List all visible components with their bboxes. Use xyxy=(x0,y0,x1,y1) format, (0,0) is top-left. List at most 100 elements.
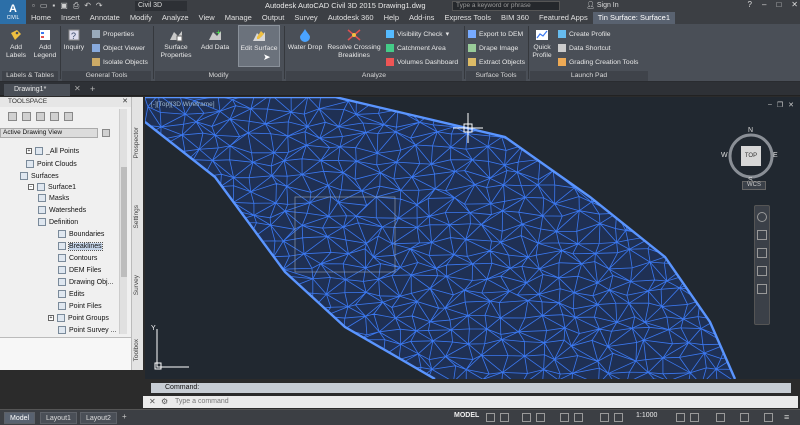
sign-in-button[interactable]: 👤︎ Sign In xyxy=(586,1,619,9)
wcs-menu[interactable]: WCS xyxy=(742,181,766,190)
tree-item-point-clouds[interactable]: Point Clouds xyxy=(26,160,77,168)
drawing-viewport[interactable]: [-][Top][3D Wireframe] – ❐ ✕ TOP N S E W… xyxy=(145,97,800,379)
tab-add-ins[interactable]: Add-ins xyxy=(404,12,439,24)
inquiry-button[interactable]: ? Inquiry xyxy=(62,28,86,52)
toolspace-tool-icon[interactable] xyxy=(8,112,17,121)
viewcube[interactable]: TOP N S E W xyxy=(720,125,782,187)
tab-insert[interactable]: Insert xyxy=(56,12,85,24)
otrack-icon[interactable] xyxy=(574,413,583,422)
command-input[interactable]: Type a command xyxy=(143,396,798,408)
tab-analyze[interactable]: Analyze xyxy=(157,12,194,24)
panel-modify[interactable]: Modify xyxy=(155,71,282,81)
search-input[interactable]: Type a keyword or phrase xyxy=(452,1,560,11)
tab-tin-surface[interactable]: Tin Surface: Surface1 xyxy=(592,12,675,24)
quick-profile-button[interactable]: Quick Profile xyxy=(530,28,554,59)
panel-general-tools[interactable]: General Tools xyxy=(62,71,151,81)
tree-item-surface1[interactable]: − Surface1 xyxy=(28,183,76,191)
print-icon[interactable]: ⎙ xyxy=(73,1,79,11)
export-to-dem-button[interactable]: Export to DEM xyxy=(468,30,523,38)
panel-labels-tables[interactable]: Labels & Tables xyxy=(2,71,58,81)
document-tab[interactable]: Drawing1* xyxy=(4,84,70,96)
close-icon[interactable]: ✕ xyxy=(149,397,156,406)
application-menu-button[interactable]: A CIVIL xyxy=(0,0,26,24)
tab-toolbox[interactable]: Toolbox xyxy=(133,339,140,361)
tree-item-masks[interactable]: Masks xyxy=(38,194,69,202)
redo-icon[interactable]: ↷ xyxy=(96,1,103,11)
extract-objects-button[interactable]: Extract Objects xyxy=(468,58,525,66)
annotation-scale[interactable]: 1:1000 xyxy=(636,412,657,419)
tab-survey[interactable]: Survey xyxy=(289,12,322,24)
save-as-icon[interactable]: ▣ xyxy=(60,1,68,11)
tab-layout2[interactable]: Layout2 xyxy=(80,412,117,424)
help-icon[interactable]: ? xyxy=(748,0,752,9)
fullscreen-icon[interactable] xyxy=(764,413,773,422)
steering-wheel-icon[interactable] xyxy=(757,212,767,222)
close-icon[interactable]: ✕ xyxy=(788,101,794,109)
osnap-icon[interactable] xyxy=(560,413,569,422)
scrollbar-thumb[interactable] xyxy=(121,167,127,277)
annotation-icon[interactable] xyxy=(614,413,623,422)
polar-icon[interactable] xyxy=(536,413,545,422)
data-shortcut-button[interactable]: Data Shortcut xyxy=(558,44,611,52)
save-icon[interactable]: ▪ xyxy=(52,1,55,11)
zoom-icon[interactable] xyxy=(757,248,767,258)
surface-properties-button[interactable]: Surface Properties xyxy=(158,28,194,59)
tab-output[interactable]: Output xyxy=(257,12,290,24)
edit-surface-button[interactable]: Edit Surface ➤ xyxy=(238,25,280,67)
undo-icon[interactable]: ↶ xyxy=(84,1,91,11)
panel-surface-tools[interactable]: Surface Tools xyxy=(466,71,526,81)
properties-button[interactable]: Properties xyxy=(92,30,134,38)
model-space-button[interactable]: MODEL xyxy=(454,412,479,419)
toolspace-tool-icon[interactable] xyxy=(64,112,73,121)
tab-prospector[interactable]: Prospector xyxy=(133,127,140,158)
grid-icon[interactable] xyxy=(486,413,495,422)
tree-item-point-files[interactable]: Point Files xyxy=(58,302,102,310)
tab-manage[interactable]: Manage xyxy=(220,12,257,24)
isolate-objects-button[interactable]: Isolate Objects xyxy=(92,58,148,66)
minimize-icon[interactable]: – xyxy=(762,0,766,9)
visibility-check-button[interactable]: Visibility Check ▾ xyxy=(386,30,449,38)
tab-home[interactable]: Home xyxy=(26,12,56,24)
resolve-crossing-breaklines-button[interactable]: Resolve Crossing Breaklines xyxy=(326,28,382,59)
compass-west[interactable]: W xyxy=(721,152,728,159)
view-select[interactable]: Active Drawing View xyxy=(0,128,98,138)
tab-settings[interactable]: Settings xyxy=(133,205,140,229)
toolspace-tool-icon[interactable] xyxy=(50,112,59,121)
restore-icon[interactable]: ❐ xyxy=(777,101,783,109)
tree-item-watersheds[interactable]: Watersheds xyxy=(38,206,86,214)
menu-icon[interactable]: ≡ xyxy=(784,412,789,422)
toolspace-scrollbar[interactable] xyxy=(119,109,127,334)
open-icon[interactable]: ▭ xyxy=(40,1,48,11)
close-icon[interactable]: ✕ xyxy=(74,84,81,93)
drape-image-button[interactable]: Drape Image xyxy=(468,44,518,52)
tab-model[interactable]: Model xyxy=(4,412,36,424)
workspace-icon[interactable] xyxy=(676,413,685,422)
hardware-icon[interactable] xyxy=(740,413,749,422)
tab-bim-360[interactable]: BIM 360 xyxy=(496,12,534,24)
showmotion-icon[interactable] xyxy=(757,284,767,294)
maximize-icon[interactable]: □ xyxy=(776,0,781,9)
tree-item-surfaces[interactable]: Surfaces xyxy=(20,172,59,180)
volumes-dashboard-button[interactable]: Volumes Dashboard xyxy=(386,58,458,66)
panel-launch-pad[interactable]: Launch Pad xyxy=(530,71,648,81)
tree-item-contours[interactable]: Contours xyxy=(58,254,97,262)
catchment-area-button[interactable]: Catchment Area xyxy=(386,44,446,52)
settings-icon[interactable] xyxy=(690,413,699,422)
toolspace-tool-icon[interactable] xyxy=(36,112,45,121)
grading-creation-tools-button[interactable]: Grading Creation Tools xyxy=(558,58,638,66)
orbit-icon[interactable] xyxy=(757,266,767,276)
object-viewer-button[interactable]: Object Viewer xyxy=(92,44,145,52)
isolate-icon[interactable] xyxy=(716,413,725,422)
tab-express-tools[interactable]: Express Tools xyxy=(439,12,496,24)
minimize-icon[interactable]: – xyxy=(768,101,772,109)
tree-item-point-groups[interactable]: + Point Groups xyxy=(48,314,109,322)
tree-item-drawing-objects[interactable]: Drawing Obj... xyxy=(58,278,113,286)
tree-item-edits[interactable]: Edits xyxy=(58,290,85,298)
customize-icon[interactable]: ⚙ xyxy=(161,397,168,406)
tree-item-definition[interactable]: Definition xyxy=(38,218,78,226)
close-icon[interactable]: ✕ xyxy=(122,97,128,105)
create-profile-button[interactable]: Create Profile xyxy=(558,30,611,38)
panel-analyze[interactable]: Analyze xyxy=(286,71,462,81)
pan-icon[interactable] xyxy=(757,230,767,240)
tab-annotate[interactable]: Annotate xyxy=(85,12,125,24)
